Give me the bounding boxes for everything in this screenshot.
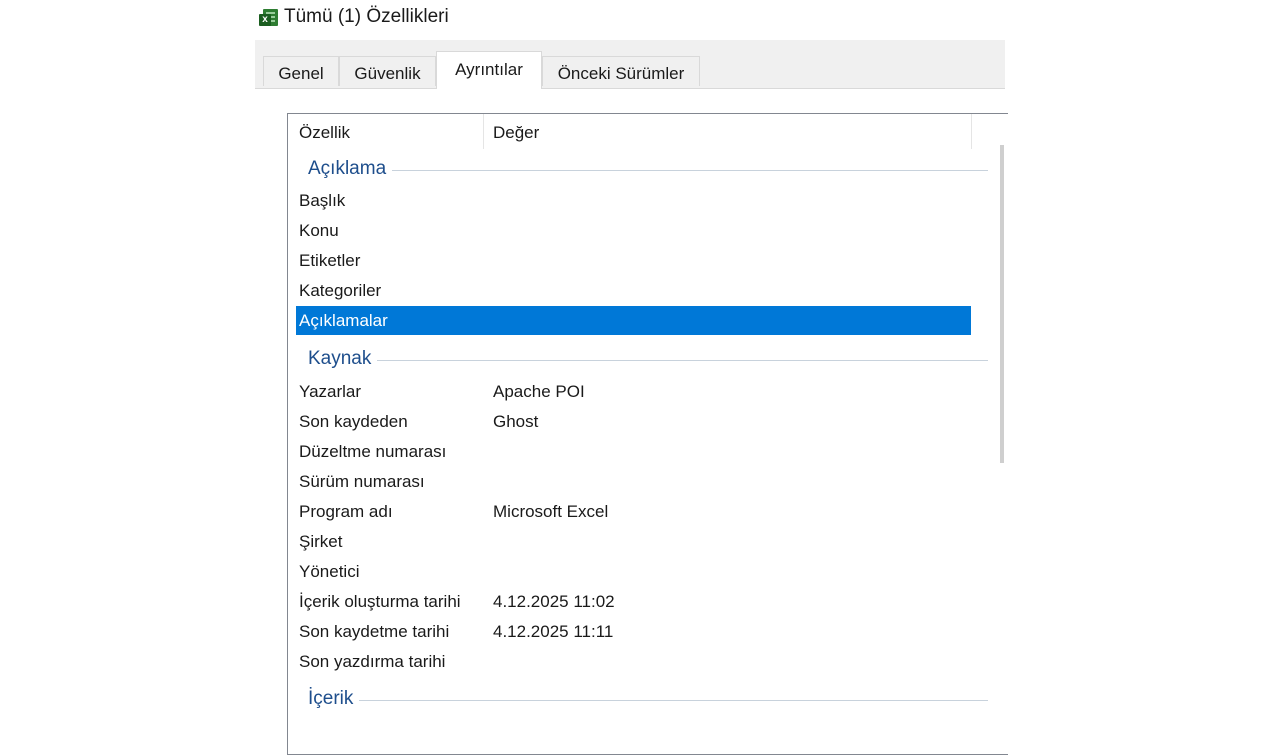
tab-security[interactable]: Güvenlik <box>339 56 436 86</box>
property-name: Kategoriler <box>299 281 382 300</box>
property-row-selected[interactable]: Açıklamalar <box>296 306 971 335</box>
property-value: Apache POI <box>493 382 585 401</box>
details-panel: Özellik Değer Açıklama Başlık Konu Etike… <box>255 88 1008 755</box>
column-header-property[interactable]: Özellik <box>299 114 350 149</box>
property-row[interactable]: Düzeltme numarası <box>296 437 971 467</box>
property-value: 4.12.2025 11:11 <box>493 622 614 641</box>
title-bar: x Tümü (1) Özellikleri <box>259 0 449 30</box>
tab-general[interactable]: Genel <box>263 56 339 86</box>
property-row[interactable]: Sürüm numarası <box>296 467 971 497</box>
property-name: Yönetici <box>299 562 360 581</box>
property-name: İçerik oluşturma tarihi <box>299 592 461 611</box>
group-header-source[interactable]: Kaynak <box>308 345 988 373</box>
property-name: Açıklamalar <box>299 311 388 330</box>
property-value: 4.12.2025 11:02 <box>493 592 615 611</box>
group-header-content[interactable]: İçerik <box>308 685 988 713</box>
property-name: Son kaydeden <box>299 412 408 431</box>
property-list[interactable]: Özellik Değer Açıklama Başlık Konu Etike… <box>287 113 1008 755</box>
group-divider <box>359 699 988 701</box>
property-name: Son yazdırma tarihi <box>299 652 446 671</box>
property-name: Son kaydetme tarihi <box>299 622 450 641</box>
property-row[interactable]: Yazarlar Apache POI <box>296 377 971 407</box>
excel-file-icon: x <box>259 8 278 28</box>
group-label: Açıklama <box>308 158 387 179</box>
property-row[interactable]: Konu <box>296 216 971 246</box>
column-header: Özellik Değer <box>288 114 988 149</box>
property-row[interactable]: Başlık <box>296 186 971 216</box>
property-name: Şirket <box>299 532 343 551</box>
property-name: Konu <box>299 221 339 240</box>
property-value: Microsoft Excel <box>493 502 609 521</box>
window-title: Tümü (1) Özellikleri <box>284 6 449 27</box>
property-row[interactable]: Son kaydetme tarihi 4.12.2025 11:11 <box>296 617 971 647</box>
tab-details[interactable]: Ayrıntılar <box>436 51 542 89</box>
property-row[interactable]: Son yazdırma tarihi <box>296 647 971 677</box>
property-row[interactable]: Yönetici <box>296 557 971 587</box>
property-row[interactable]: Son kaydeden Ghost <box>296 407 971 437</box>
group-divider <box>392 169 988 171</box>
property-value: Ghost <box>493 412 539 431</box>
group-label: Kaynak <box>308 348 372 369</box>
property-row[interactable]: Program adı Microsoft Excel <box>296 497 971 527</box>
property-name: Sürüm numarası <box>299 472 425 491</box>
group-label: İçerik <box>308 688 354 709</box>
property-name: Etiketler <box>299 251 361 270</box>
property-name: Başlık <box>299 191 346 210</box>
column-divider[interactable] <box>483 114 484 149</box>
property-name: Düzeltme numarası <box>299 442 447 461</box>
column-header-value[interactable]: Değer <box>493 114 539 149</box>
group-header-description[interactable]: Açıklama <box>308 155 988 183</box>
vertical-scrollbar[interactable] <box>1000 145 1004 463</box>
properties-dialog: Genel Güvenlik Ayrıntılar Önceki Sürümle… <box>255 40 1008 755</box>
property-name: Program adı <box>299 502 393 521</box>
property-row[interactable]: Kategoriler <box>296 276 971 306</box>
property-row[interactable]: İçerik oluşturma tarihi 4.12.2025 11:02 <box>296 587 971 617</box>
property-row[interactable]: Şirket <box>296 527 971 557</box>
property-name: Yazarlar <box>299 382 362 401</box>
group-divider <box>377 359 988 361</box>
property-row[interactable]: Etiketler <box>296 246 971 276</box>
tab-previous-versions[interactable]: Önceki Sürümler <box>542 56 700 86</box>
column-divider[interactable] <box>971 114 972 149</box>
